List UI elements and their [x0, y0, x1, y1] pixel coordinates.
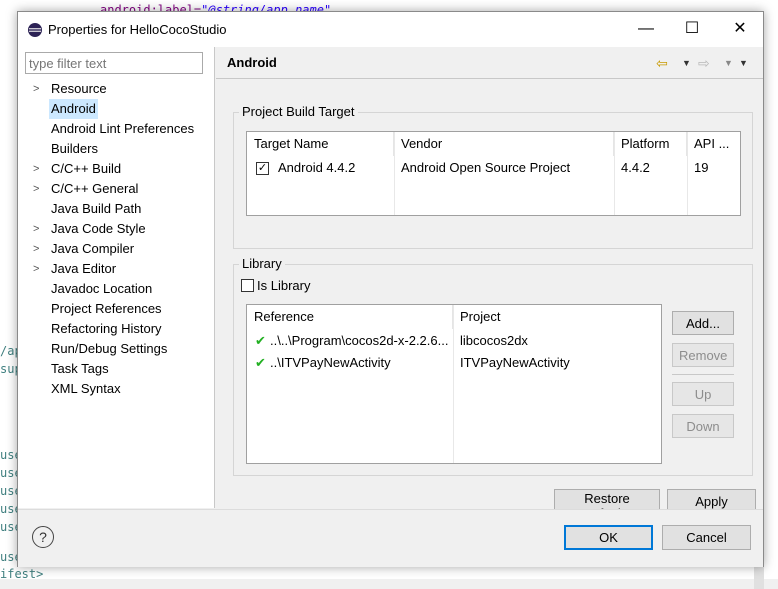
tree-item-label: Java Build Path — [51, 201, 142, 216]
project-cell: libcocos2dx — [460, 333, 528, 348]
back-dropdown-icon[interactable]: ▼ — [682, 58, 691, 68]
tree-item-label: C/C++ Build — [51, 161, 122, 176]
remove-library-button[interactable]: Remove — [672, 343, 734, 367]
page-header: Android ⇦ ▼ ⇨ ▼ ▼ — [216, 47, 763, 78]
tree-item-label: Java Compiler — [51, 241, 135, 256]
tree-item-label: Javadoc Location — [51, 281, 153, 296]
tree-item-android[interactable]: Android — [18, 99, 214, 119]
tree-item-label: Java Editor — [51, 261, 117, 276]
tree-item-resource[interactable]: > Resource — [18, 79, 214, 99]
expand-chevron-icon[interactable]: > — [33, 219, 43, 239]
editor-scrollbar[interactable] — [754, 566, 764, 589]
tree-item-cpp-general[interactable]: > C/C++ General — [18, 179, 214, 199]
target-name-cell: Android 4.4.2 — [278, 160, 356, 175]
minimize-button[interactable]: — — [623, 12, 669, 46]
tree-item-label: Android Lint Preferences — [51, 121, 195, 136]
api-cell: 19 — [694, 160, 709, 175]
tree-item-java-build-path[interactable]: Java Build Path — [18, 199, 214, 219]
expand-chevron-icon[interactable]: > — [33, 79, 43, 99]
tree-item-label: C/C++ General — [51, 181, 139, 196]
tree-item-builders[interactable]: Builders — [18, 139, 214, 159]
tree-item-label: Resource — [51, 81, 107, 96]
tree-item-label: Builders — [51, 141, 98, 156]
expand-chevron-icon[interactable]: > — [33, 239, 43, 259]
dialog-button-bar: ? OK Cancel — [18, 509, 763, 567]
tree-item-javadoc-location[interactable]: Javadoc Location — [18, 279, 214, 299]
table-row[interactable]: ✔ ..\ITVPayNewActivity ITVPayNewActivity — [247, 352, 661, 374]
column-header-api[interactable]: API ... — [687, 132, 740, 156]
title-bar[interactable]: Properties for HelloCocoStudio — ☐ ✕ — [18, 12, 763, 47]
tree-item-task-tags[interactable]: Task Tags — [18, 359, 214, 379]
table-row[interactable]: ✓ Android 4.4.2 Android Open Source Proj… — [247, 157, 740, 179]
move-down-button[interactable]: Down — [672, 414, 734, 438]
vendor-cell: Android Open Source Project — [401, 160, 571, 175]
column-header-reference[interactable]: Reference — [247, 305, 453, 329]
column-header-platform[interactable]: Platform — [614, 132, 687, 156]
tree-item-run-debug-settings[interactable]: Run/Debug Settings — [18, 339, 214, 359]
expand-chevron-icon[interactable]: > — [33, 259, 43, 279]
help-icon[interactable]: ? — [32, 526, 54, 548]
build-target-group-label: Project Build Target — [239, 104, 358, 119]
tree-item-java-code-style[interactable]: > Java Code Style — [18, 219, 214, 239]
reference-cell: ..\ITVPayNewActivity — [270, 355, 391, 370]
editor-status-strip — [0, 579, 778, 589]
filter-input[interactable] — [25, 52, 203, 74]
column-divider — [453, 305, 454, 463]
column-header-vendor[interactable]: Vendor — [394, 132, 614, 156]
properties-dialog: Properties for HelloCocoStudio — ☐ ✕ > R… — [17, 11, 764, 567]
tree-item-java-compiler[interactable]: > Java Compiler — [18, 239, 214, 259]
tree-item-label: XML Syntax — [51, 381, 121, 396]
expand-chevron-icon[interactable]: > — [33, 159, 43, 179]
tree-item-java-editor[interactable]: > Java Editor — [18, 259, 214, 279]
maximize-button[interactable]: ☐ — [669, 12, 715, 46]
column-header-target-name[interactable]: Target Name — [247, 132, 394, 156]
close-button[interactable]: ✕ — [717, 12, 763, 46]
tree-item-label: Run/Debug Settings — [51, 341, 168, 356]
ok-button[interactable]: OK — [564, 525, 653, 550]
column-header-project[interactable]: Project — [453, 305, 661, 329]
tree-item-cpp-build[interactable]: > C/C++ Build — [18, 159, 214, 179]
tree-item-label: Task Tags — [51, 361, 109, 376]
tree-item-label: Refactoring History — [51, 321, 162, 336]
tree-item-refactoring-history[interactable]: Refactoring History — [18, 319, 214, 339]
platform-cell: 4.4.2 — [621, 160, 650, 175]
button-separator — [672, 374, 734, 375]
build-target-table[interactable]: Target Name Vendor Platform API ... ✓ An… — [246, 131, 741, 216]
tree-item-xml-syntax[interactable]: XML Syntax — [18, 379, 214, 399]
back-arrow-icon[interactable]: ⇦ — [656, 55, 668, 72]
tree-item-label: Java Code Style — [51, 221, 146, 236]
tree-item-label: Project References — [51, 301, 162, 316]
eclipse-icon — [28, 23, 42, 37]
reference-cell: ..\..\Program\cocos2d-x-2.2.6... — [270, 333, 449, 348]
dialog-title: Properties for HelloCocoStudio — [48, 22, 227, 37]
is-library-label[interactable]: Is Library — [257, 278, 310, 293]
header-separator — [216, 78, 763, 79]
property-pages-pane: > Resource Android Android Lint Preferen… — [18, 47, 215, 508]
target-checkbox[interactable]: ✓ — [256, 162, 269, 175]
cancel-button[interactable]: Cancel — [662, 525, 751, 550]
view-menu-icon[interactable]: ▼ — [739, 58, 748, 68]
forward-dropdown-icon[interactable]: ▼ — [724, 58, 733, 68]
table-row[interactable]: ✔ ..\..\Program\cocos2d-x-2.2.6... libco… — [247, 330, 661, 352]
tree-item-project-references[interactable]: Project References — [18, 299, 214, 319]
expand-chevron-icon[interactable]: > — [33, 179, 43, 199]
is-library-checkbox[interactable] — [241, 279, 254, 292]
tree-item-label: Android — [49, 99, 98, 119]
library-group-label: Library — [239, 256, 285, 271]
forward-arrow-icon[interactable]: ⇨ — [698, 55, 710, 72]
move-up-button[interactable]: Up — [672, 382, 734, 406]
tree-item-android-lint[interactable]: Android Lint Preferences — [18, 119, 214, 139]
page-title: Android — [227, 55, 277, 70]
library-reference-table[interactable]: Reference Project ✔ ..\..\Program\cocos2… — [246, 304, 662, 464]
add-library-button[interactable]: Add... — [672, 311, 734, 335]
android-properties-page: Android ⇦ ▼ ⇨ ▼ ▼ Project Build Target T… — [216, 47, 763, 521]
project-cell: ITVPayNewActivity — [460, 355, 570, 370]
